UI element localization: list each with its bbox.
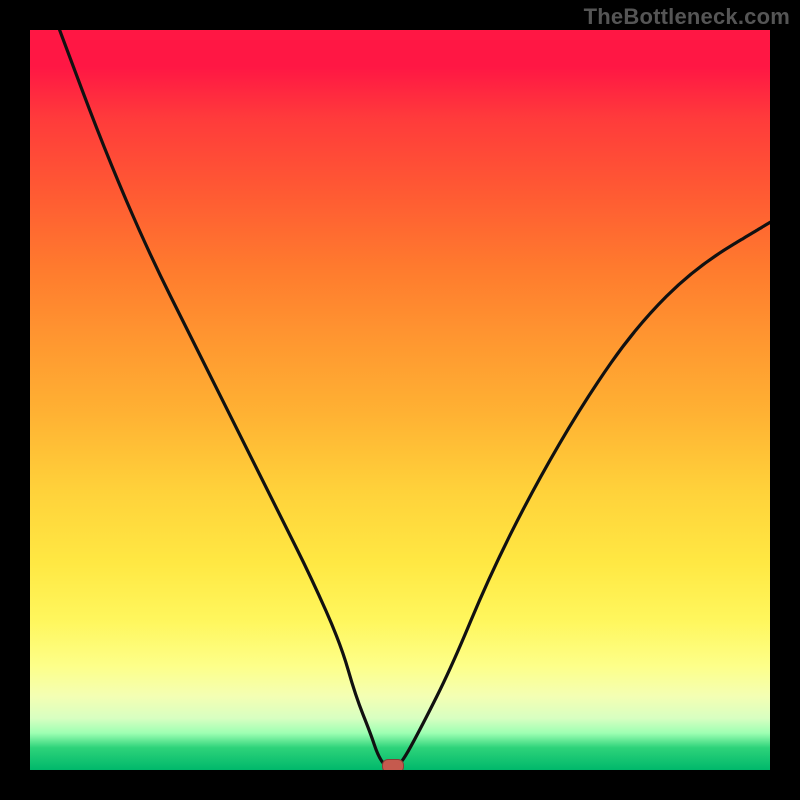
- chart-frame: TheBottleneck.com: [0, 0, 800, 800]
- bottleneck-curve: [30, 30, 770, 770]
- plot-area: [30, 30, 770, 770]
- watermark-text: TheBottleneck.com: [584, 4, 790, 30]
- minimum-marker: [382, 759, 404, 770]
